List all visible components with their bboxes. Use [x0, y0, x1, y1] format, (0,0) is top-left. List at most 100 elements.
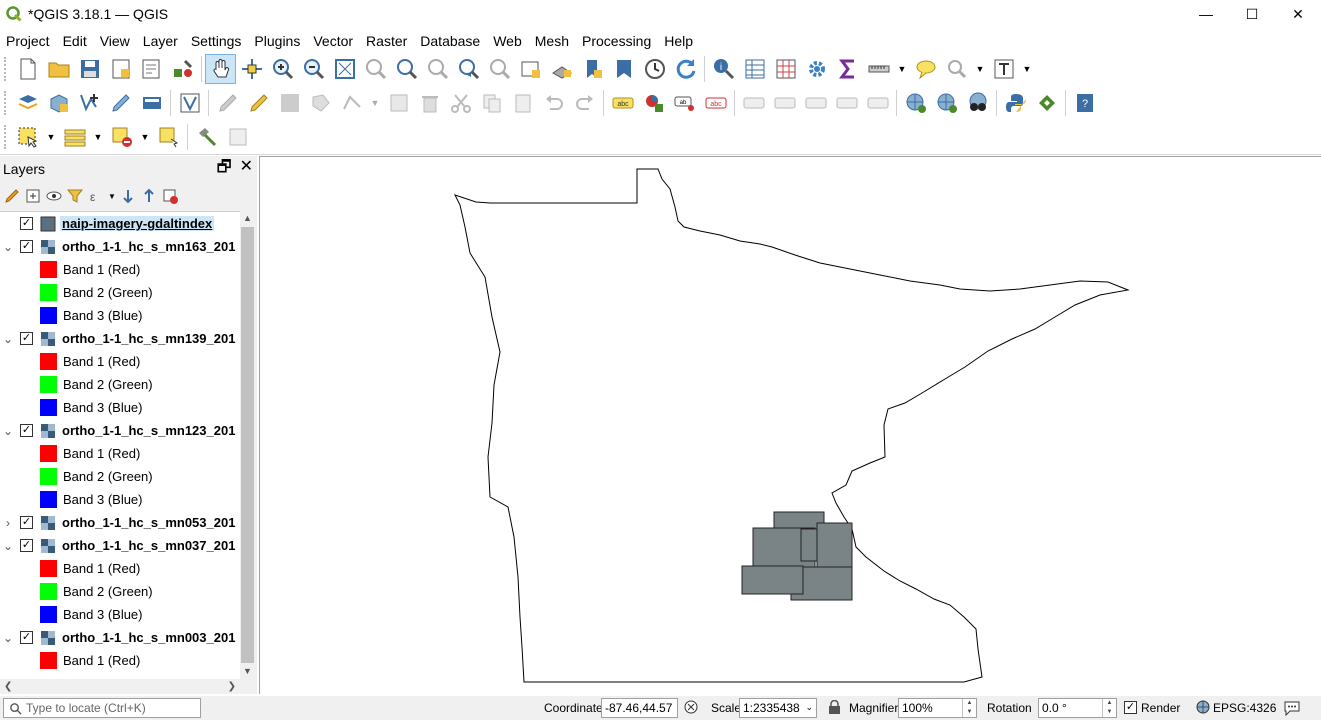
gps-tracking-button[interactable] — [105, 88, 136, 118]
layer-visibility-checkbox[interactable]: ✓ — [20, 631, 33, 644]
pin-labels-button[interactable]: ab — [669, 88, 700, 118]
new-map-view-button[interactable] — [515, 54, 546, 84]
layer-visibility-checkbox[interactable]: ✓ — [20, 539, 33, 552]
copy-features-button[interactable] — [476, 88, 507, 118]
messages-icon[interactable] — [1283, 699, 1301, 716]
scroll-left-icon[interactable]: ❮ — [4, 681, 12, 692]
current-edits-button[interactable] — [212, 88, 243, 118]
render-checkbox[interactable]: ✓ — [1124, 701, 1137, 714]
menu-raster[interactable]: Raster — [360, 33, 414, 49]
layer-diagram-button[interactable] — [638, 88, 669, 118]
zoom-to-selection-button[interactable] — [360, 54, 391, 84]
lock-scale-icon[interactable] — [828, 700, 841, 715]
select-expression-dropdown[interactable]: ▼ — [90, 122, 106, 152]
delete-selected-button[interactable] — [414, 88, 445, 118]
menu-view[interactable]: View — [94, 33, 137, 49]
collapse-arrow-icon[interactable]: ⌄ — [2, 424, 14, 438]
float-panel-button[interactable]: 🗗 — [217, 156, 232, 183]
menu-vector[interactable]: Vector — [307, 33, 360, 49]
new-virtual-layer-button[interactable] — [136, 88, 167, 118]
layer-row-mn037[interactable]: ⌄ ✓ ortho_1-1_hc_s_mn037_201 — [0, 534, 240, 557]
statistical-summary-button[interactable] — [770, 54, 801, 84]
new-3d-view-button[interactable] — [546, 54, 577, 84]
mouse-coordinate-toggle-icon[interactable] — [683, 699, 699, 715]
expand-arrow-icon[interactable]: › — [2, 516, 14, 530]
collapse-arrow-icon[interactable]: ⌄ — [2, 332, 14, 346]
georeferencer-button[interactable] — [191, 122, 222, 152]
close-window-button[interactable]: ✕ — [1275, 0, 1321, 28]
maximize-button[interactable]: ☐ — [1229, 0, 1275, 28]
highlight-pinned-labels-button[interactable]: abc — [700, 88, 731, 118]
help-contents-button[interactable]: ? — [1069, 88, 1100, 118]
toolbar-grip[interactable] — [4, 125, 8, 149]
python-console-button[interactable] — [1000, 88, 1031, 118]
zoom-native-button[interactable] — [422, 54, 453, 84]
vector-tool-button[interactable] — [222, 122, 253, 152]
filter-expression-dropdown[interactable]: ▼ — [107, 185, 117, 207]
open-project-button[interactable] — [43, 54, 74, 84]
collapse-all-button[interactable] — [139, 185, 159, 207]
temporal-controller-button[interactable] — [639, 54, 670, 84]
vertex-tool-button[interactable] — [336, 88, 367, 118]
search-dropdown[interactable]: ▼ — [972, 54, 988, 84]
select-by-expression-button[interactable] — [59, 122, 90, 152]
metasearch-button[interactable] — [962, 88, 993, 118]
refresh-button[interactable] — [670, 54, 701, 84]
deselect-features-button[interactable] — [106, 122, 137, 152]
layer-visibility-checkbox[interactable]: ✓ — [20, 332, 33, 345]
plugin-tool-button[interactable] — [1031, 88, 1062, 118]
undo-button[interactable] — [538, 88, 569, 118]
close-panel-button[interactable]: ✕ — [240, 156, 253, 183]
settings-gear-button[interactable] — [801, 54, 832, 84]
select-dropdown[interactable]: ▼ — [43, 122, 59, 152]
scroll-up-icon[interactable]: ▲ — [240, 211, 255, 226]
menu-edit[interactable]: Edit — [57, 33, 94, 49]
new-geopackage-layer-button[interactable] — [43, 88, 74, 118]
layer-row-mn139[interactable]: ⌄ ✓ ortho_1-1_hc_s_mn139_201 — [0, 327, 240, 350]
statistics-button[interactable] — [832, 54, 863, 84]
menu-plugins[interactable]: Plugins — [248, 33, 307, 49]
coordinate-field[interactable]: -87.46,44.57 — [601, 698, 678, 718]
select-location-button[interactable] — [153, 122, 184, 152]
scale-combobox[interactable]: 1:2335438 ⌄ — [739, 698, 817, 718]
show-hide-labels-button[interactable] — [738, 88, 769, 118]
menu-web[interactable]: Web — [487, 33, 529, 49]
spin-arrows-icon[interactable]: ▲ ▼ — [1102, 699, 1116, 717]
new-project-button[interactable] — [12, 54, 43, 84]
new-print-layout-button[interactable] — [105, 54, 136, 84]
new-bookmark-button[interactable] — [577, 54, 608, 84]
layer-visibility-checkbox[interactable]: ✓ — [20, 516, 33, 529]
save-edits-button[interactable] — [274, 88, 305, 118]
scroll-down-icon[interactable]: ▼ — [240, 664, 255, 679]
menu-project[interactable]: Project — [0, 33, 57, 49]
map-canvas[interactable] — [259, 156, 1321, 694]
rotation-spinbox[interactable]: 0.0 ° ▲ ▼ — [1038, 698, 1117, 718]
layer-tree-vertical-scrollbar[interactable]: ▲ ▼ — [240, 211, 255, 679]
zoom-out-button[interactable] — [298, 54, 329, 84]
menu-layer[interactable]: Layer — [137, 33, 185, 49]
filter-by-expression-button[interactable]: ε — [86, 185, 106, 207]
modify-attributes-button[interactable] — [383, 88, 414, 118]
deselect-dropdown[interactable]: ▼ — [137, 122, 153, 152]
scroll-right-icon[interactable]: ❯ — [228, 681, 236, 692]
manage-map-themes-button[interactable] — [44, 185, 64, 207]
menu-settings[interactable]: Settings — [185, 33, 249, 49]
pan-to-selection-button[interactable] — [236, 54, 267, 84]
collapse-arrow-icon[interactable]: ⌄ — [2, 240, 14, 254]
add-feature-button[interactable] — [305, 88, 336, 118]
map-tips-button[interactable] — [910, 54, 941, 84]
wms-layer-button[interactable] — [900, 88, 931, 118]
remove-layer-button[interactable] — [160, 185, 180, 207]
layer-visibility-checkbox[interactable]: ✓ — [20, 424, 33, 437]
vertex-tool-dropdown[interactable]: ▼ — [367, 88, 383, 118]
measure-button[interactable] — [863, 54, 894, 84]
menu-help[interactable]: Help — [658, 33, 700, 49]
crs-globe-icon[interactable] — [1196, 700, 1210, 714]
new-shapefile-button[interactable] — [174, 88, 205, 118]
toolbar-grip[interactable] — [4, 91, 8, 115]
search-features-button[interactable] — [941, 54, 972, 84]
collapse-arrow-icon[interactable]: ⌄ — [2, 539, 14, 553]
data-source-manager-button[interactable] — [12, 88, 43, 118]
wfs-layer-button[interactable] — [931, 88, 962, 118]
open-layer-styling-button[interactable] — [2, 185, 22, 207]
